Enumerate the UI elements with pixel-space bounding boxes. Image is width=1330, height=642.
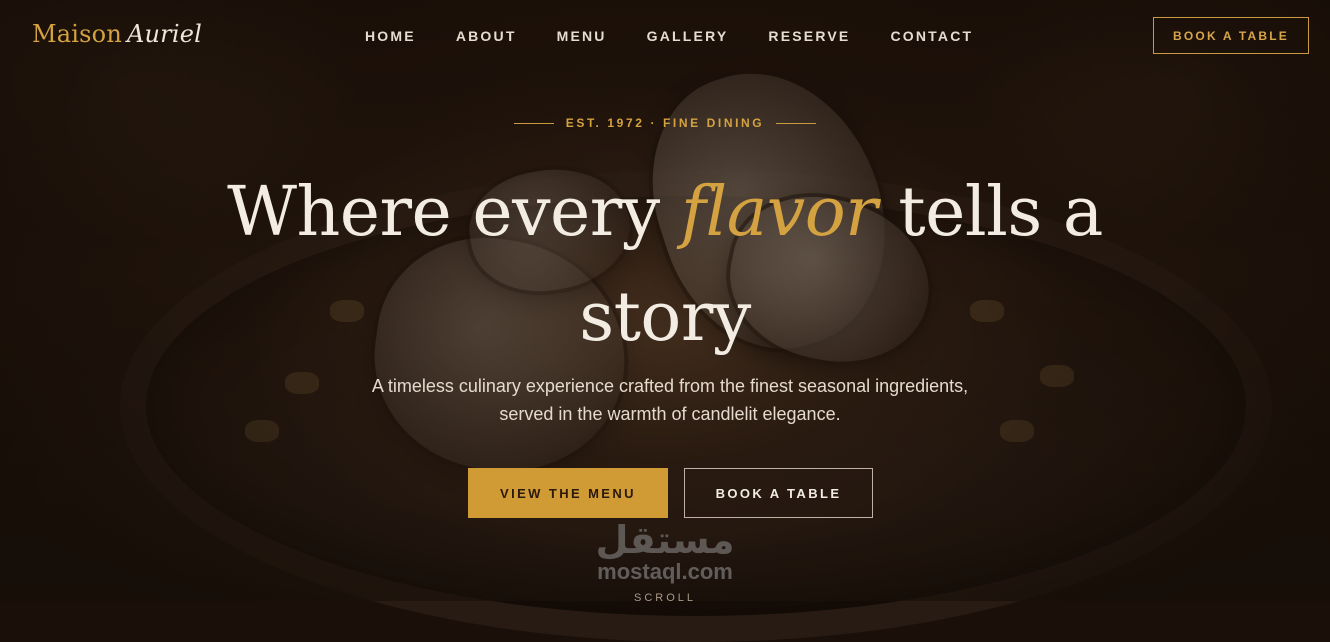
eyebrow-divider-right — [776, 122, 817, 124]
view-menu-button[interactable]: VIEW THE MENU — [468, 468, 668, 518]
headline-accent-word: flavor — [680, 173, 878, 252]
brand-name-accent: Auriel — [126, 20, 203, 48]
nav-item-menu[interactable]: MENU — [557, 28, 607, 44]
nav-item-reserve[interactable]: RESERVE — [768, 28, 850, 44]
brand-logo[interactable]: Maison Auriel — [32, 20, 202, 48]
headline-part-before: Where every — [227, 173, 681, 252]
book-table-button[interactable]: BOOK A TABLE — [684, 468, 873, 518]
eyebrow-text: EST. 1972 · FINE DINING — [565, 116, 765, 130]
brand-name: Maison — [32, 20, 122, 48]
nav-item-about[interactable]: ABOUT — [456, 28, 517, 44]
main-nav: HOME ABOUT MENU GALLERY RESERVE CONTACT — [365, 28, 1013, 44]
nav-item-home[interactable]: HOME — [365, 28, 416, 44]
eyebrow-divider-left — [513, 122, 554, 124]
watermark: مستقل mostaql.com — [580, 518, 750, 584]
hero-subtitle: A timeless culinary experience crafted f… — [371, 376, 969, 424]
book-table-header-button[interactable]: BOOK A TABLE — [1153, 17, 1309, 54]
nav-item-gallery[interactable]: GALLERY — [647, 28, 729, 44]
hero-headline: Where every flavor tells a story — [200, 160, 1130, 370]
watermark-logo: مستقل — [595, 518, 735, 562]
hero-eyebrow: EST. 1972 · FINE DINING — [0, 116, 1330, 130]
watermark-site: mostaql.com — [597, 559, 733, 584]
nav-item-contact[interactable]: CONTACT — [890, 28, 973, 44]
scroll-indicator[interactable]: SCROLL — [0, 592, 1330, 604]
site-header: Maison Auriel HOME ABOUT MENU GALLERY RES… — [0, 0, 1330, 72]
